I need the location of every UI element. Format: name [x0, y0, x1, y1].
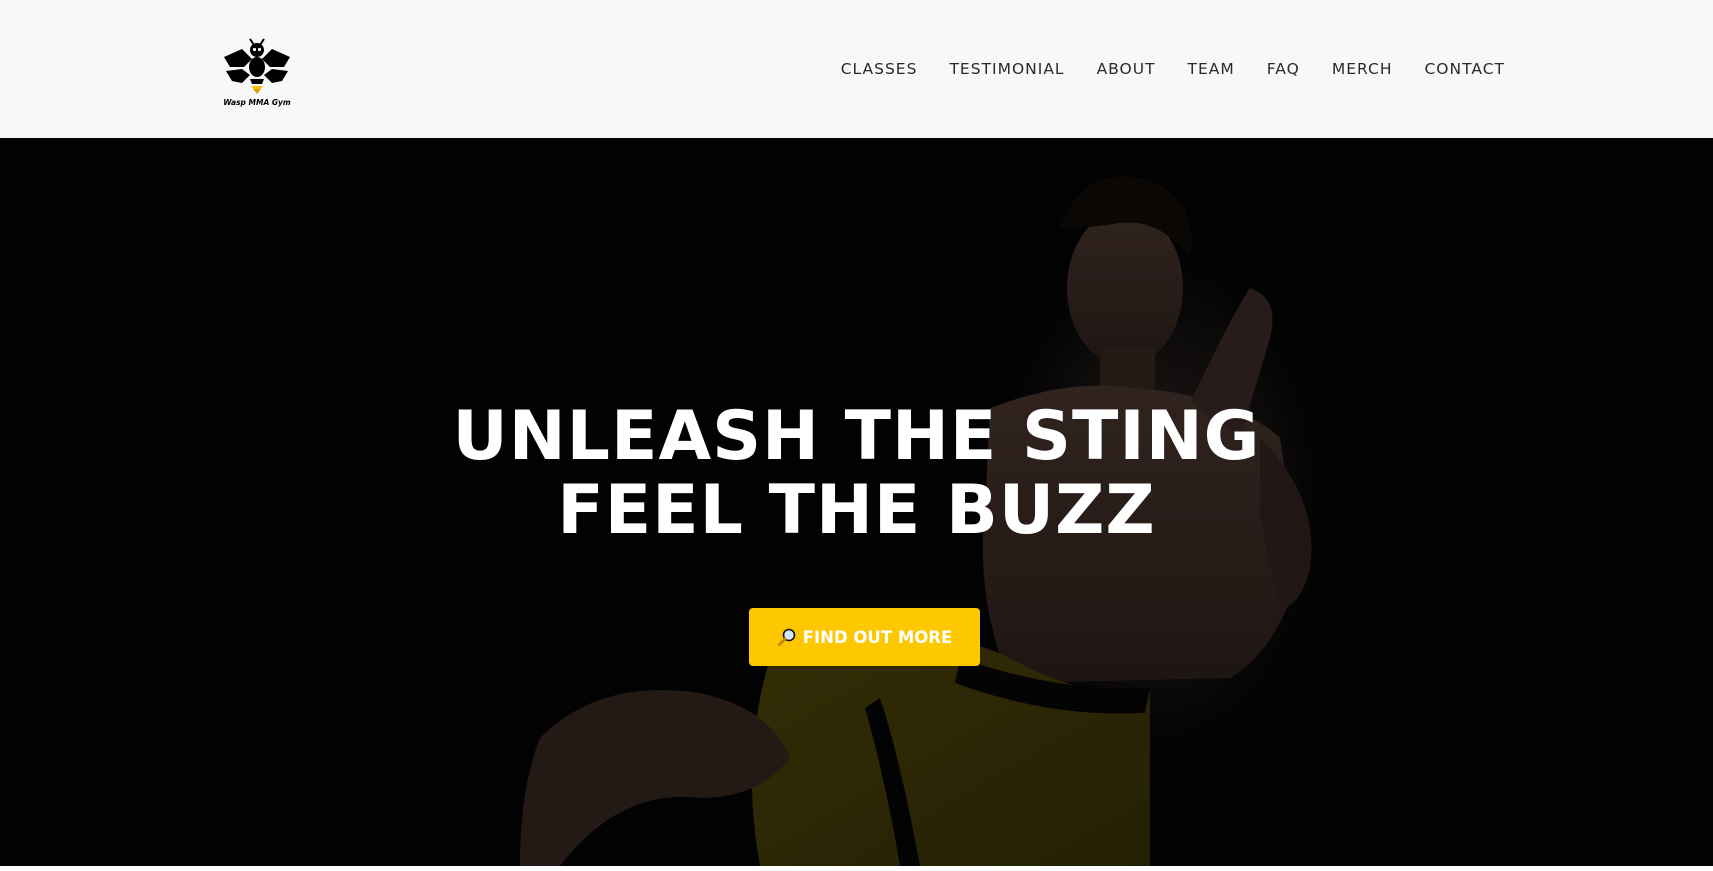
site-header: Wasp MMA Gym CLASSES TESTIMONIAL ABOUT T…	[0, 0, 1713, 138]
nav-item-contact: CONTACT	[1424, 60, 1505, 79]
hero-heading-line-2: FEEL THE BUZZ	[557, 471, 1156, 550]
main-nav: CLASSES TESTIMONIAL ABOUT TEAM FAQ MERCH…	[841, 0, 1505, 138]
magnifying-glass-icon	[777, 627, 797, 647]
hero-heading-line-1: UNLEASH THE STING	[452, 397, 1261, 476]
nav-item-classes: CLASSES	[841, 60, 918, 79]
page-bottom-edge	[0, 866, 1713, 871]
nav-link-contact[interactable]: CONTACT	[1424, 60, 1505, 78]
svg-text:Wasp MMA Gym: Wasp MMA Gym	[223, 98, 291, 107]
brand-logo-link[interactable]: Wasp MMA Gym	[220, 33, 294, 107]
nav-item-testimonial: TESTIMONIAL	[949, 60, 1064, 79]
nav-link-about[interactable]: ABOUT	[1097, 60, 1156, 78]
nav-item-team: TEAM	[1188, 60, 1235, 79]
hero-section: UNLEASH THE STING FEEL THE BUZZ FIND OUT…	[0, 138, 1713, 866]
nav-link-testimonial[interactable]: TESTIMONIAL	[949, 60, 1064, 78]
nav-item-faq: FAQ	[1267, 60, 1300, 79]
hero-heading: UNLEASH THE STING FEEL THE BUZZ	[0, 400, 1713, 548]
find-out-more-button[interactable]: FIND OUT MORE	[749, 608, 980, 666]
nav-link-merch[interactable]: MERCH	[1332, 60, 1393, 78]
wasp-logo-icon: Wasp MMA Gym	[223, 38, 291, 107]
nav-link-faq[interactable]: FAQ	[1267, 60, 1300, 78]
find-out-more-label: FIND OUT MORE	[802, 627, 953, 647]
nav-link-team[interactable]: TEAM	[1188, 60, 1235, 78]
nav-item-merch: MERCH	[1332, 60, 1393, 79]
nav-item-about: ABOUT	[1097, 60, 1156, 79]
nav-link-classes[interactable]: CLASSES	[841, 60, 918, 78]
